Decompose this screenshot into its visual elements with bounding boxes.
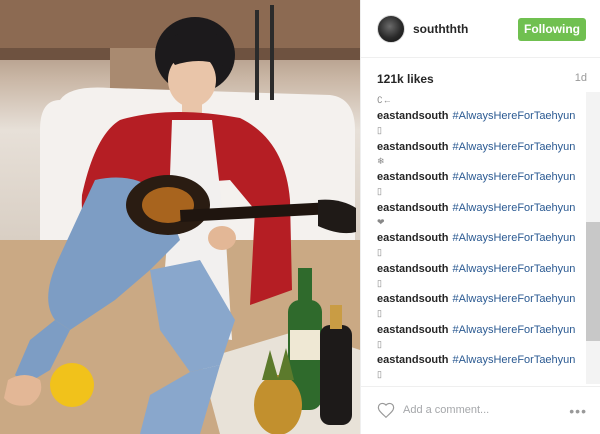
bottle-label	[290, 330, 320, 360]
post-photo[interactable]	[0, 0, 360, 434]
comments-list: ∁← eastandsouth #AlwaysHereForTaehyun ▯ east…	[377, 93, 587, 385]
hashtag-link[interactable]: #AlwaysHereForTaehyun	[453, 141, 576, 153]
comment-username[interactable]: eastandsouth	[377, 293, 449, 305]
comment-emoji: ▯	[377, 338, 382, 349]
photo-illustration	[0, 0, 360, 434]
comment-item: eastandsouth #AlwaysHereForTaehyun ▯	[377, 170, 587, 201]
likes-count[interactable]: 121k likes	[377, 72, 434, 86]
guitar-stand	[255, 10, 259, 100]
comment-username[interactable]: eastandsouth	[377, 171, 449, 183]
green-bottle-neck	[298, 268, 312, 304]
comment-item: eastandsouth #AlwaysHereForTaehyun ▯	[377, 109, 587, 140]
comment-bar: Add a comment... •••	[361, 386, 600, 434]
comment-input[interactable]: Add a comment...	[403, 404, 489, 416]
comment-username[interactable]: eastandsouth	[377, 141, 449, 153]
hashtag-link[interactable]: #AlwaysHereForTaehyun	[453, 324, 576, 336]
hashtag-link[interactable]: #AlwaysHereForTaehyun	[453, 232, 576, 244]
comment-username[interactable]: eastandsouth	[377, 202, 449, 214]
post-time[interactable]: 1d	[575, 72, 587, 84]
comment-item: eastandsouth #AlwaysHereForTaehyun ▯	[377, 323, 587, 354]
hand	[208, 226, 236, 250]
hashtag-link[interactable]: #AlwaysHereForTaehyun	[453, 110, 576, 122]
comment-item: ∁←	[377, 93, 587, 109]
comment-emoji: ▯	[377, 308, 382, 318]
comment-text: eastandsouth #AlwaysHereForTaehyun	[377, 231, 587, 245]
hashtag-link[interactable]: #AlwaysHereForTaehyun	[453, 293, 576, 305]
comment-text: eastandsouth #AlwaysHereForTaehyun	[377, 201, 587, 215]
hashtag-link[interactable]: #AlwaysHereForTaehyun	[453, 202, 576, 214]
comment-username[interactable]: eastandsouth	[377, 324, 449, 336]
comment-username[interactable]: eastandsouth	[377, 263, 449, 275]
champagne-foil	[330, 305, 342, 329]
more-options-icon[interactable]: •••	[569, 403, 587, 419]
comment-emoji: ▯	[377, 277, 382, 288]
comment-item: eastandsouth #AlwaysHereForTaehyun ▯	[377, 231, 587, 262]
following-button[interactable]: Following	[518, 18, 586, 41]
grapefruit	[50, 363, 94, 407]
comment-item: eastandsouth #AlwaysHereForTaehyun ▯	[377, 262, 587, 293]
guitar-stand-leg	[270, 5, 274, 100]
pineapple	[254, 375, 302, 434]
post-header: souththth Following	[361, 0, 600, 58]
comment-emoji: ❄	[377, 155, 385, 166]
comment-item: eastandsouth #AlwaysHereForTaehyun ▯	[377, 292, 587, 323]
comment-text: eastandsouth #AlwaysHereForTaehyun	[377, 323, 587, 337]
comment-username[interactable]: eastandsouth	[377, 110, 449, 122]
post-sidebar: souththth Following 121k likes 1d ∁← east…	[360, 0, 600, 434]
comment-emoji: ▯	[377, 186, 382, 196]
post-username[interactable]: souththth	[413, 22, 468, 36]
comment-emoji: ∁←	[377, 95, 392, 105]
champagne-bottle	[320, 325, 352, 425]
hashtag-link[interactable]: #AlwaysHereForTaehyun	[453, 354, 576, 366]
heart-icon[interactable]	[377, 402, 395, 418]
hashtag-link[interactable]: #AlwaysHereForTaehyun	[453, 263, 576, 275]
hashtag-link[interactable]: #AlwaysHereForTaehyun	[453, 171, 576, 183]
comment-username[interactable]: eastandsouth	[377, 354, 449, 366]
post-stats: 121k likes 1d	[361, 58, 600, 88]
comment-text: eastandsouth #AlwaysHereForTaehyun	[377, 262, 587, 276]
comment-text: eastandsouth #AlwaysHereForTaehyun	[377, 140, 587, 154]
comment-text: eastandsouth #AlwaysHereForTaehyun	[377, 170, 587, 184]
comment-item: eastandsouth #AlwaysHereForTaehyun ❄	[377, 140, 587, 171]
avatar[interactable]	[377, 15, 405, 43]
comment-emoji: ▯	[377, 247, 382, 257]
comment-emoji: ▯	[377, 369, 382, 379]
comment-username[interactable]: eastandsouth	[377, 232, 449, 244]
comment-emoji: ▯	[377, 125, 382, 135]
comment-text: eastandsouth #AlwaysHereForTaehyun	[377, 109, 587, 123]
comment-emoji: ❤	[377, 216, 385, 227]
comment-item: eastandsouth #AlwaysHereForTaehyun ▯	[377, 353, 587, 384]
comment-text: eastandsouth #AlwaysHereForTaehyun	[377, 292, 587, 306]
comment-text: eastandsouth #AlwaysHereForTaehyun	[377, 353, 587, 367]
comment-item: eastandsouth #AlwaysHereForTaehyun ❤	[377, 201, 587, 232]
scrollbar-thumb[interactable]	[586, 222, 600, 341]
